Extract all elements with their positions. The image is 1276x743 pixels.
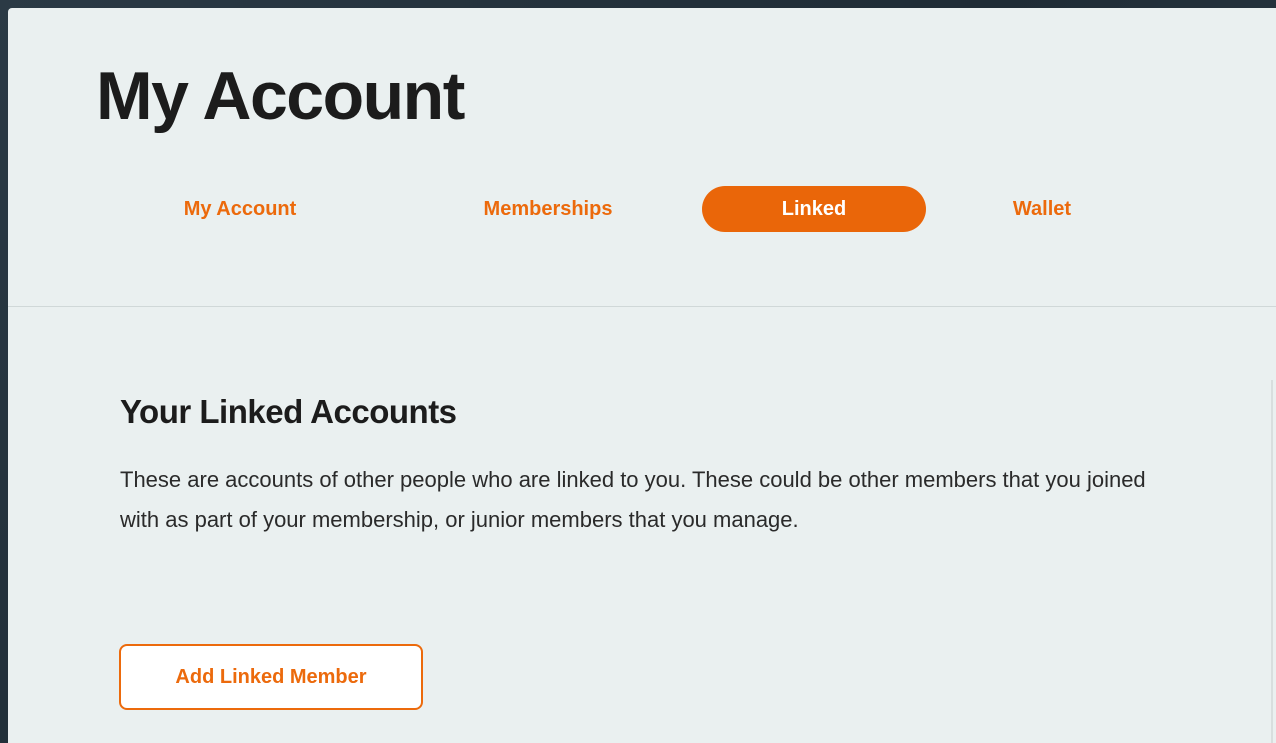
tab-wallet[interactable]: Wallet — [932, 186, 1152, 232]
tab-my-account[interactable]: My Account — [120, 186, 360, 232]
account-panel: My Account My Account Memberships Linked… — [8, 8, 1276, 743]
tab-memberships[interactable]: Memberships — [428, 186, 668, 232]
content-side-divider — [1271, 380, 1273, 743]
linked-accounts-description: These are accounts of other people who a… — [120, 467, 1146, 532]
linked-accounts-heading: Your Linked Accounts — [120, 393, 457, 430]
page-title: My Account — [96, 58, 465, 134]
window-frame: My Account My Account Memberships Linked… — [0, 0, 1276, 743]
add-linked-member-button[interactable]: Add Linked Member — [119, 644, 423, 710]
header-divider — [8, 306, 1276, 307]
tab-linked[interactable]: Linked — [702, 186, 926, 232]
account-tabs: My Account Memberships Linked Wallet — [8, 186, 1276, 234]
